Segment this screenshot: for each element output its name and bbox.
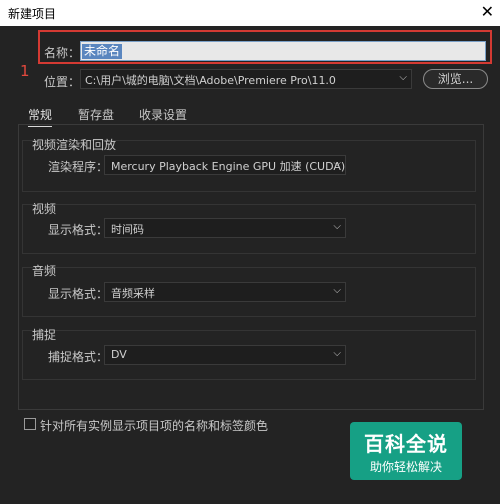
video-group-title: 视频 — [32, 202, 57, 216]
capture-format-label: 捕捉格式： — [48, 350, 109, 364]
video-display-format-value: 时间码 — [111, 223, 144, 236]
annotation-step-number: 1 — [20, 62, 30, 80]
audio-display-format-select[interactable]: 音频采样 ⌵ — [104, 282, 346, 302]
chevron-down-icon: ⌵ — [333, 158, 341, 169]
video-display-format-label: 显示格式： — [48, 223, 109, 237]
watermark-logo: 百科全说 助你轻松解决 — [350, 422, 462, 480]
audio-display-format-value: 音频采样 — [111, 287, 155, 300]
watermark-subtitle: 助你轻松解决 — [369, 460, 442, 474]
browse-button[interactable]: 浏览... — [423, 69, 488, 89]
location-select[interactable]: C:\用户\城的电脑\文档\Adobe\Premiere Pro\11.0 ⌵ — [80, 69, 412, 89]
capture-format-value: DV — [111, 348, 127, 361]
chevron-down-icon: ⌵ — [333, 221, 341, 232]
renderer-value: Mercury Playback Engine GPU 加速 (CUDA) — [111, 160, 346, 173]
title-bar: 新建项目 ✕ — [0, 0, 500, 26]
checkbox-icon[interactable] — [24, 418, 36, 430]
window-title: 新建项目 — [8, 7, 57, 21]
audio-group-title: 音频 — [32, 264, 57, 278]
close-icon[interactable]: ✕ — [481, 2, 494, 21]
project-name-input[interactable]: 未命名 — [80, 41, 486, 61]
capture-group-title: 捕捉 — [32, 328, 57, 342]
project-name-value: 未命名 — [82, 44, 123, 59]
audio-display-format-label: 显示格式： — [48, 287, 109, 301]
watermark-title: 百科全说 — [364, 432, 448, 456]
location-value: C:\用户\城的电脑\文档\Adobe\Premiere Pro\11.0 — [85, 74, 336, 87]
location-label: 位置： — [44, 75, 81, 89]
tab-scratch-disks[interactable]: 暂存盘 — [78, 106, 114, 123]
capture-format-select[interactable]: DV ⌵ — [104, 345, 346, 365]
renderer-select[interactable]: Mercury Playback Engine GPU 加速 (CUDA) ⌵ — [104, 155, 346, 175]
chevron-down-icon: ⌵ — [333, 348, 341, 359]
tab-ingest-settings[interactable]: 收录设置 — [139, 106, 187, 123]
renderer-label: 渲染程序： — [48, 160, 109, 174]
tab-general[interactable]: 常规 — [28, 106, 53, 127]
show-label-colors-label: 针对所有实例显示项目项的名称和标签颜色 — [40, 419, 269, 433]
name-label: 名称： — [44, 46, 81, 60]
video-display-format-select[interactable]: 时间码 ⌵ — [104, 218, 346, 238]
chevron-down-icon: ⌵ — [399, 72, 407, 83]
chevron-down-icon: ⌵ — [333, 285, 341, 296]
video-render-group-title: 视频渲染和回放 — [32, 138, 117, 152]
